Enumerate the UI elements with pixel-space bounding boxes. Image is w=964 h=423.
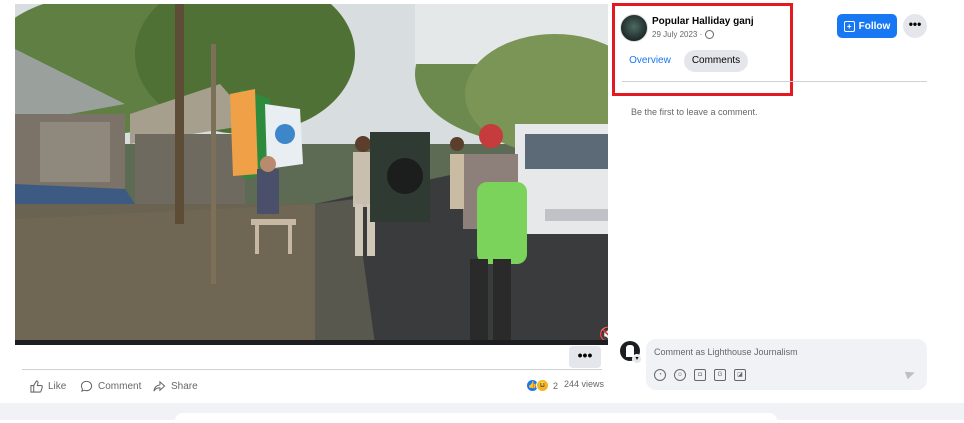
comment-button[interactable]: Comment <box>80 377 141 395</box>
divider <box>622 81 927 82</box>
chevron-down-icon[interactable]: ▾ <box>632 354 642 364</box>
comment-input-placeholder: Comment as Lighthouse Journalism <box>654 347 798 357</box>
video-player[interactable]: 🔇 <box>15 4 608 344</box>
next-card-edge <box>175 413 777 423</box>
camera-icon[interactable]: ◘ <box>694 369 706 381</box>
video-more-button[interactable]: ••• <box>569 346 601 368</box>
comment-input[interactable]: Comment as Lighthouse Journalism ◔ ☺ ◘ G… <box>646 339 927 390</box>
empty-comments-text: Be the first to leave a comment. <box>631 107 758 117</box>
comment-icon <box>80 380 93 392</box>
comment-label: Comment <box>98 380 142 392</box>
like-label: Like <box>48 380 67 392</box>
tab-comments[interactable]: Comments <box>684 50 748 72</box>
reaction-count: 2 <box>553 380 559 391</box>
view-count: 244 views <box>564 379 605 389</box>
haha-reaction-icon: 😆 <box>536 379 549 392</box>
follow-button[interactable]: + Follow <box>837 14 897 38</box>
avatar-sticker-icon[interactable]: ◔ <box>654 369 666 381</box>
divider <box>22 369 602 370</box>
share-button[interactable]: Share <box>152 377 198 395</box>
comment-tools: ◔ ☺ ◘ G ◪ <box>654 369 754 381</box>
post-more-button[interactable]: ••• <box>903 14 927 38</box>
follow-plus-icon: + <box>843 20 855 32</box>
like-button[interactable]: Like <box>30 377 66 395</box>
sticker-icon[interactable]: ◪ <box>734 369 746 381</box>
send-icon[interactable] <box>904 368 917 380</box>
reactions-summary[interactable]: 👍 😆 2 <box>526 379 558 392</box>
video-progress-bar[interactable] <box>15 340 608 345</box>
share-icon <box>153 380 166 391</box>
like-icon <box>30 379 43 393</box>
follow-label: Follow <box>858 20 891 32</box>
emoji-icon[interactable]: ☺ <box>674 369 686 381</box>
video-frame <box>15 4 608 344</box>
gif-icon[interactable]: G <box>714 369 726 381</box>
share-label: Share <box>171 380 198 392</box>
tab-overview[interactable]: Overview <box>622 50 678 72</box>
